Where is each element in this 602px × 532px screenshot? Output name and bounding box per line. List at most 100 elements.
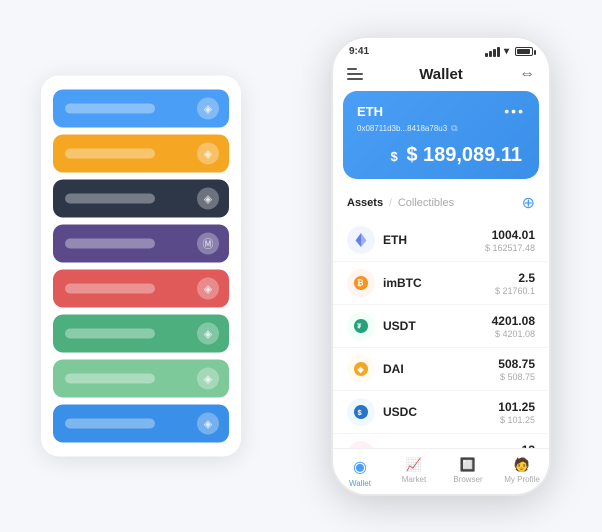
asset-values-dai: 508.75 $ 508.75 [498, 357, 535, 382]
eth-menu-dots[interactable]: ••• [504, 103, 525, 119]
asset-amount-dai: 508.75 [498, 357, 535, 371]
profile-nav-label: My Profile [504, 475, 540, 484]
eth-ticker: ETH [357, 104, 383, 119]
card-label [65, 419, 155, 429]
nav-item-wallet[interactable]: ◉ Wallet [333, 457, 387, 488]
asset-values-eth: 1004.01 $ 162517.48 [485, 228, 535, 253]
signal-icon [485, 47, 500, 57]
asset-row-usdc[interactable]: $ USDC 101.25 $ 101.25 [333, 391, 549, 434]
list-item[interactable]: ◈ [53, 270, 229, 308]
card-label [65, 104, 155, 114]
phone-mockup: 9:41 ▾ Wallet ⇔ [331, 36, 551, 496]
currency-symbol: $ [391, 149, 398, 164]
asset-name-usdt: USDT [383, 319, 492, 333]
nav-item-profile[interactable]: 🧑 My Profile [495, 457, 549, 488]
copy-icon[interactable]: ⧉ [451, 123, 457, 134]
svg-text:₿: ₿ [357, 279, 364, 288]
browser-nav-icon: 🔲 [460, 457, 476, 473]
hamburger-menu[interactable] [347, 68, 363, 80]
wallet-nav-label: Wallet [349, 479, 371, 488]
card-icon: ◈ [197, 143, 219, 165]
asset-amount-imbtc: 2.5 [495, 271, 535, 285]
assets-header: Assets / Collectibles ⊕ [333, 189, 549, 219]
assets-section: Assets / Collectibles ⊕ ETH 1004.01 $ 16… [333, 189, 549, 448]
asset-amount-eth: 1004.01 [485, 228, 535, 242]
asset-row-imbtc[interactable]: ₿ imBTC 2.5 $ 21760.1 [333, 262, 549, 305]
tab-collectibles[interactable]: Collectibles [398, 197, 454, 209]
list-item[interactable]: Ⓜ [53, 225, 229, 263]
usdc-icon: $ [347, 398, 375, 426]
list-item[interactable]: ◈ [53, 315, 229, 353]
wallet-nav-icon: ◉ [353, 457, 367, 477]
page-title: Wallet [419, 66, 463, 83]
eth-icon [347, 226, 375, 254]
card-icon: Ⓜ [197, 233, 219, 255]
usdt-icon: ₮ [347, 312, 375, 340]
scene: ◈ ◈ ◈ Ⓜ ◈ ◈ ◈ ◈ [21, 21, 581, 511]
svg-text:₮: ₮ [357, 324, 362, 331]
asset-usd-dai: $ 508.75 [498, 372, 535, 382]
card-label [65, 194, 155, 204]
status-bar: 9:41 ▾ [333, 38, 549, 61]
card-icon: ◈ [197, 278, 219, 300]
nav-header: Wallet ⇔ [333, 61, 549, 91]
bottom-nav: ◉ Wallet 📈 Market 🔲 Browser 🧑 My Profile [333, 448, 549, 494]
asset-list: ETH 1004.01 $ 162517.48 ₿ imBTC 2.5 $ 21… [333, 219, 549, 448]
card-label [65, 284, 155, 294]
nav-item-market[interactable]: 📈 Market [387, 457, 441, 488]
asset-usd-usdc: $ 101.25 [498, 415, 535, 425]
tft-icon: 🌿 [347, 441, 375, 448]
expand-icon[interactable]: ⇔ [519, 65, 535, 83]
profile-nav-icon: 🧑 [514, 457, 530, 473]
asset-usd-eth: $ 162517.48 [485, 243, 535, 253]
card-stack: ◈ ◈ ◈ Ⓜ ◈ ◈ ◈ ◈ [41, 76, 241, 457]
card-label [65, 329, 155, 339]
asset-values-usdc: 101.25 $ 101.25 [498, 400, 535, 425]
market-nav-icon: 📈 [406, 457, 422, 473]
wifi-icon: ▾ [504, 46, 509, 57]
asset-row-dai[interactable]: ◈ DAI 508.75 $ 508.75 [333, 348, 549, 391]
assets-tabs: Assets / Collectibles [347, 197, 454, 209]
list-item[interactable]: ◈ [53, 90, 229, 128]
card-icon: ◈ [197, 323, 219, 345]
battery-icon [515, 47, 533, 56]
card-icon: ◈ [197, 188, 219, 210]
asset-name-imbtc: imBTC [383, 276, 495, 290]
asset-row-usdt[interactable]: ₮ USDT 4201.08 $ 4201.08 [333, 305, 549, 348]
card-label [65, 239, 155, 249]
browser-nav-label: Browser [453, 475, 482, 484]
tab-assets[interactable]: Assets [347, 197, 383, 209]
asset-row-eth[interactable]: ETH 1004.01 $ 162517.48 [333, 219, 549, 262]
eth-balance: $ $ 189,089.11 [357, 144, 525, 167]
nav-item-browser[interactable]: 🔲 Browser [441, 457, 495, 488]
asset-amount-usdc: 101.25 [498, 400, 535, 414]
status-icons: ▾ [485, 46, 533, 57]
asset-usd-imbtc: $ 21760.1 [495, 286, 535, 296]
list-item[interactable]: ◈ [53, 360, 229, 398]
card-label [65, 149, 155, 159]
asset-name-usdc: USDC [383, 405, 498, 419]
asset-row-tft[interactable]: 🌿 TFT 13 0 [333, 434, 549, 448]
list-item[interactable]: ◈ [53, 405, 229, 443]
eth-card-header: ETH ••• [357, 103, 525, 119]
eth-address: 0x08711d3b...8418a78u3 ⧉ [357, 123, 525, 134]
asset-amount-usdt: 4201.08 [492, 314, 535, 328]
time-display: 9:41 [349, 46, 369, 57]
asset-values-usdt: 4201.08 $ 4201.08 [492, 314, 535, 339]
add-asset-button[interactable]: ⊕ [522, 193, 535, 213]
asset-name-eth: ETH [383, 233, 485, 247]
imbtc-icon: ₿ [347, 269, 375, 297]
card-label [65, 374, 155, 384]
card-icon: ◈ [197, 368, 219, 390]
asset-usd-usdt: $ 4201.08 [492, 329, 535, 339]
card-icon: ◈ [197, 413, 219, 435]
list-item[interactable]: ◈ [53, 180, 229, 218]
tab-separator: / [389, 198, 392, 209]
list-item[interactable]: ◈ [53, 135, 229, 173]
market-nav-label: Market [402, 475, 426, 484]
svg-text:◈: ◈ [357, 365, 365, 374]
asset-values-imbtc: 2.5 $ 21760.1 [495, 271, 535, 296]
asset-name-dai: DAI [383, 362, 498, 376]
eth-card[interactable]: ETH ••• 0x08711d3b...8418a78u3 ⧉ $ $ 189… [343, 91, 539, 179]
card-icon: ◈ [197, 98, 219, 120]
